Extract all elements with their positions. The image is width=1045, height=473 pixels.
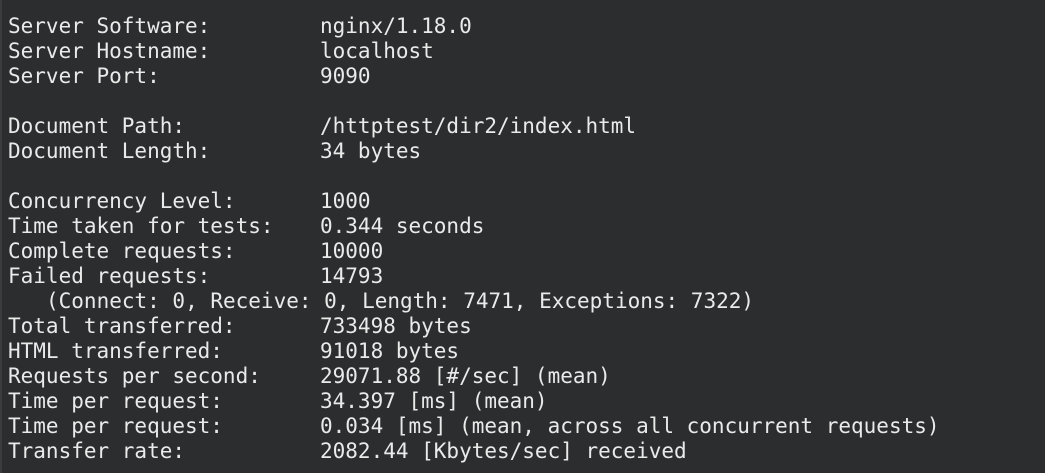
line-value: 10000	[320, 239, 384, 263]
line-label: Time taken for tests:	[8, 214, 274, 238]
line-value: 9090	[320, 64, 371, 88]
line-value: localhost	[320, 39, 434, 63]
line-value: 0.344 seconds	[320, 214, 485, 238]
line-label: Complete requests:	[8, 239, 236, 263]
line-label: Time per request:	[8, 389, 223, 413]
line-label: Server Software:	[8, 14, 211, 38]
server-software-line: Server Software: nginx/1.18.0	[8, 14, 1045, 39]
line-label: Total transferred:	[8, 314, 236, 338]
line-label: Failed requests:	[8, 264, 211, 288]
line-value: 14793	[320, 264, 384, 288]
line-value: 34.397 [ms] (mean)	[320, 389, 548, 413]
terminal-output[interactable]: Server Software: nginx/1.18.0 Server Host…	[0, 0, 1045, 473]
line-value: 29071.88 [#/sec] (mean)	[320, 364, 611, 388]
document-path-line: Document Path: /httptest/dir2/index.html	[8, 114, 1045, 139]
server-hostname-line: Server Hostname: localhost	[8, 39, 1045, 64]
line-value: 0.034 [ms] (mean, across all concurrent …	[320, 414, 940, 438]
line-label: Concurrency Level:	[8, 189, 236, 213]
line-value: 733498 bytes	[320, 314, 472, 338]
line-label: Document Length:	[8, 139, 211, 163]
html-transferred-line: HTML transferred: 91018 bytes	[8, 339, 1045, 364]
server-port-line: Server Port: 9090	[8, 64, 1045, 89]
time-taken-line: Time taken for tests: 0.344 seconds	[8, 214, 1045, 239]
line-label: Server Hostname:	[8, 39, 211, 63]
time-per-request-mean-line: Time per request: 34.397 [ms] (mean)	[8, 389, 1045, 414]
failed-requests-line: Failed requests: 14793	[8, 264, 1045, 289]
line-value: /httptest/dir2/index.html	[320, 114, 637, 138]
failure-breakdown-note: (Connect: 0, Receive: 0, Length: 7471, E…	[46, 289, 755, 313]
line-value: 1000	[320, 189, 371, 213]
line-label: HTML transferred:	[8, 339, 223, 363]
line-value: nginx/1.18.0	[320, 14, 472, 38]
line-value: 34 bytes	[320, 139, 422, 163]
line-label: Document Path:	[8, 114, 186, 138]
line-label: Requests per second:	[8, 364, 261, 388]
line-label: Server Port:	[8, 64, 160, 88]
window-edge	[0, 0, 2, 473]
transfer-rate-line: Transfer rate: 2082.44 [Kbytes/sec] recei…	[8, 439, 1045, 464]
line-label: Transfer rate:	[8, 439, 186, 463]
time-per-request-concurrent-line: Time per request: 0.034 [ms] (mean, acros…	[8, 414, 1045, 439]
complete-requests-line: Complete requests: 10000	[8, 239, 1045, 264]
requests-per-second-line: Requests per second: 29071.88 [#/sec] (me…	[8, 364, 1045, 389]
line-value: 91018 bytes	[320, 339, 460, 363]
concurrency-level-line: Concurrency Level: 1000	[8, 189, 1045, 214]
line-value: 2082.44 [Kbytes/sec] received	[320, 439, 687, 463]
document-length-line: Document Length: 34 bytes	[8, 139, 1045, 164]
failed-requests-breakdown-line: (Connect: 0, Receive: 0, Length: 7471, E…	[8, 289, 1045, 314]
total-transferred-line: Total transferred: 733498 bytes	[8, 314, 1045, 339]
line-label: Time per request:	[8, 414, 223, 438]
